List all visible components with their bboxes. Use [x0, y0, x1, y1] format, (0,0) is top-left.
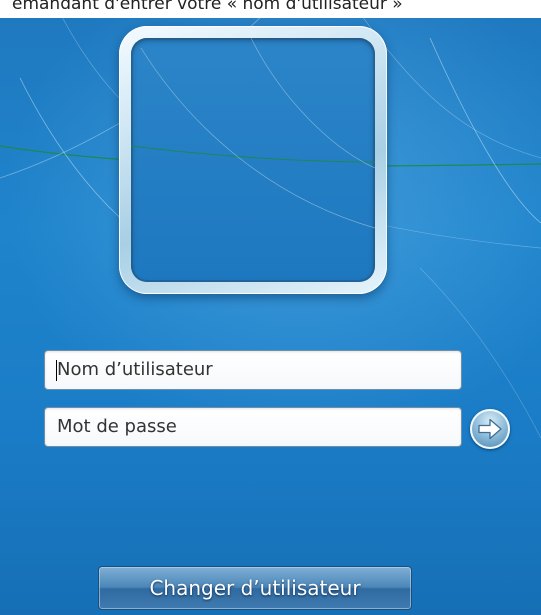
user-picture — [131, 38, 375, 282]
submit-button[interactable] — [470, 409, 510, 449]
logon-screen: Nom d’utilisateur Mot de passe Changer d… — [0, 18, 541, 615]
user-picture-frame — [119, 26, 387, 294]
arrow-right-circle-icon — [478, 418, 502, 440]
switch-user-label: Changer d’utilisateur — [149, 576, 361, 600]
username-placeholder: Nom d’utilisateur — [57, 359, 213, 380]
password-placeholder: Mot de passe — [57, 416, 177, 437]
password-field[interactable]: Mot de passe — [44, 407, 462, 447]
switch-user-button[interactable]: Changer d’utilisateur — [98, 566, 412, 610]
username-field[interactable]: Nom d’utilisateur — [44, 350, 462, 390]
caption-text: emandant d'entrer votre « nom d'utilisat… — [12, 0, 403, 14]
caption-strip: emandant d'entrer votre « nom d'utilisat… — [0, 0, 541, 18]
user-picture-swooshes — [131, 38, 375, 229]
